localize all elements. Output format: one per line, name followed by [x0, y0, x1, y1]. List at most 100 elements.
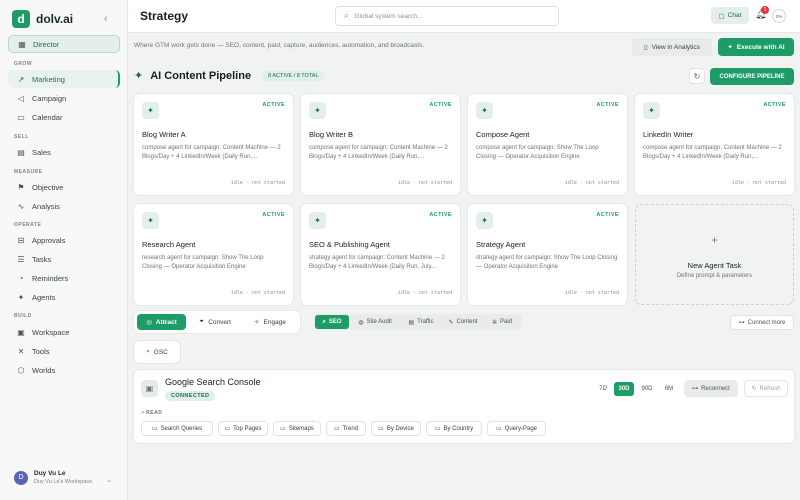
new-agent-task-card[interactable]: + New Agent Task Define prompt & paramet…: [635, 204, 794, 305]
sidebar-item-calendar[interactable]: ▭ Calendar: [8, 108, 120, 126]
chat-icon: ▢: [718, 12, 725, 20]
query-button-search-queries[interactable]: ▭ Search Queries: [141, 421, 213, 436]
sparkle-icon: ✦: [476, 102, 493, 119]
grid-icon: ▦: [18, 39, 26, 49]
progress-indicator[interactable]: 0%: [772, 9, 786, 23]
sidebar-item-director[interactable]: ▦ Director: [8, 35, 120, 53]
sidebar-item-worlds[interactable]: ⬡ Worlds: [8, 361, 120, 379]
range-6m[interactable]: 6M: [660, 382, 678, 396]
sidebar-item-label: Worlds: [32, 365, 56, 375]
agent-card[interactable]: ✦ ACTIVE LinkedIn Writer compose agent f…: [635, 94, 794, 195]
range-30d[interactable]: 30D: [614, 382, 634, 396]
analytics-icon: ▯: [644, 44, 648, 51]
agent-card[interactable]: ✦ ACTIVE Strategy Agent strategy agent f…: [468, 204, 627, 305]
gsc-source-button[interactable]: ⌕ GSC: [134, 341, 180, 363]
new-task-subtitle: Define prompt & parameters: [676, 273, 753, 279]
sidebar-item-objective[interactable]: ⚑ Objective: [8, 178, 120, 196]
agent-card[interactable]: ✦ ACTIVE Compose Agent compose agent for…: [468, 94, 627, 195]
tab-attract[interactable]: ◎ Attract: [137, 314, 186, 330]
agent-name: Blog Writer B: [309, 130, 354, 139]
connection-status-badge: CONNECTED: [165, 391, 216, 401]
chat-button[interactable]: ▢ Chat: [711, 7, 749, 24]
view-analytics-button[interactable]: ▯ View in Analytics: [632, 38, 712, 56]
chevron-left-icon[interactable]: ‹: [104, 13, 108, 25]
subtab-traffic[interactable]: ▤ Traffic: [402, 315, 440, 329]
sidebar-item-analysis[interactable]: ∿ Analysis: [8, 197, 120, 215]
subtab-paid[interactable]: ✲ Paid: [486, 315, 518, 329]
connect-more-button[interactable]: ⊶ Connect more: [730, 315, 794, 330]
sidebar-item-sales[interactable]: ▤ Sales: [8, 143, 120, 161]
execute-ai-label: Execute with AI: [736, 43, 785, 51]
sidebar-item-agents[interactable]: ✦ Agents: [8, 288, 120, 306]
refresh-icon[interactable]: ↻: [689, 68, 705, 84]
sidebar-item-label: Agents: [32, 292, 56, 302]
chevron-down-icon[interactable]: ⌄: [106, 476, 112, 484]
table-icon: ▭: [151, 426, 158, 432]
status-badge: ACTIVE: [763, 102, 786, 108]
refresh-button[interactable]: ↻ Refresh: [744, 380, 788, 397]
sidebar-item-reminders[interactable]: ◔ Reminders: [8, 269, 120, 287]
brand-name: dolv.ai: [36, 12, 74, 26]
sidebar-item-campaign[interactable]: ◁ Campaign: [8, 89, 120, 107]
query-button-top-pages[interactable]: ▭ Top Pages: [218, 421, 268, 436]
agent-description: strategy agent for campaign: Show The Lo…: [476, 255, 618, 271]
tasks-icon: ☰: [17, 254, 25, 264]
agent-state: idle · not started: [230, 290, 285, 296]
agents-icon: ✦: [17, 292, 25, 302]
sidebar-item-approvals[interactable]: ⊟ Approvals: [8, 231, 120, 249]
sparkle-icon: ✧: [254, 319, 260, 326]
workspace-icon: ▣: [17, 327, 25, 337]
sparkle-icon: ✦: [309, 212, 326, 229]
tab-convert[interactable]: ⏷ Convert: [190, 314, 240, 330]
agent-state: idle · not started: [397, 290, 452, 296]
view-analytics-label: View in Analytics: [651, 43, 700, 51]
range-90d[interactable]: 90D: [637, 382, 657, 396]
sparkle-icon: ✦: [142, 212, 159, 229]
chat-label: Chat: [727, 12, 742, 19]
sidebar-item-tools[interactable]: ✕ Tools: [8, 342, 120, 360]
sidebar-item-tasks[interactable]: ☰ Tasks: [8, 250, 120, 268]
range-7d[interactable]: 7D: [595, 382, 611, 396]
page-title: Strategy: [140, 9, 189, 23]
execute-ai-button[interactable]: ✦ Execute with AI: [718, 38, 794, 56]
query-button-by-device[interactable]: ▭ By Device: [371, 421, 421, 436]
agent-state: idle · not started: [731, 180, 786, 186]
sidebar-item-marketing[interactable]: ↗ Marketing: [8, 70, 120, 88]
agent-card[interactable]: ✦ ACTIVE Blog Writer B compose agent for…: [301, 94, 460, 195]
agent-name: Research Agent: [142, 240, 196, 249]
subtab-seo[interactable]: ⌕ SEO: [315, 315, 349, 329]
sidebar-item-label: Marketing: [32, 74, 65, 84]
nav-section-title: SELL: [14, 134, 29, 140]
query-label: By Country: [443, 425, 474, 432]
reconnect-button[interactable]: ⊶ Reconnect: [684, 380, 738, 397]
sidebar-item-workspace[interactable]: ▣ Workspace: [8, 323, 120, 341]
logo-mark: d: [12, 10, 30, 28]
agent-description: compose agent for campaign: Content Mach…: [309, 145, 448, 161]
subtab-content[interactable]: ✎ Content: [442, 315, 484, 329]
subtab-site-audit[interactable]: ◍ Site Audit: [352, 315, 398, 329]
bell-icon: ◔: [18, 273, 24, 283]
configure-pipeline-button[interactable]: CONFIGURE PIPELINE: [710, 68, 794, 85]
user-workspace: Duy Vu Le's Workspace: [34, 479, 93, 485]
user-profile[interactable]: D Duy Vu Le Duy Vu Le's Workspace: [14, 470, 92, 485]
query-button-trend[interactable]: ▭ Trend: [326, 421, 366, 436]
link-icon: ⊶: [692, 386, 699, 392]
query-label: Search Queries: [160, 425, 203, 432]
query-button-by-country[interactable]: ▭ By Country: [426, 421, 482, 436]
search-input[interactable]: ⌕ Global system search...: [335, 6, 559, 26]
tab-label: Attract: [155, 318, 177, 326]
pipeline-title: AI Content Pipeline: [150, 69, 252, 82]
sidebar-item-label: Workspace: [32, 327, 70, 337]
agent-card[interactable]: ✦ ACTIVE SEO & Publishing Agent strategy…: [301, 204, 460, 305]
sidebar-item-label: Sales: [32, 147, 51, 157]
sparkle-icon: ✦: [643, 102, 660, 119]
query-button-sitemaps[interactable]: ▭ Sitemaps: [273, 421, 321, 436]
tab-engage[interactable]: ✧ Engage: [244, 314, 296, 330]
calendar-icon: ▭: [17, 112, 25, 122]
agent-card[interactable]: ✦ ACTIVE Blog Writer A compose agent for…: [134, 94, 293, 195]
agent-card[interactable]: ✦ ACTIVE Research Agent research agent f…: [134, 204, 293, 305]
status-badge: ACTIVE: [596, 102, 619, 108]
brand-logo[interactable]: d dolv.ai: [12, 10, 73, 28]
query-button-query-page[interactable]: ▭ Query-Page: [487, 421, 546, 436]
refresh-label: Refresh: [759, 385, 781, 392]
